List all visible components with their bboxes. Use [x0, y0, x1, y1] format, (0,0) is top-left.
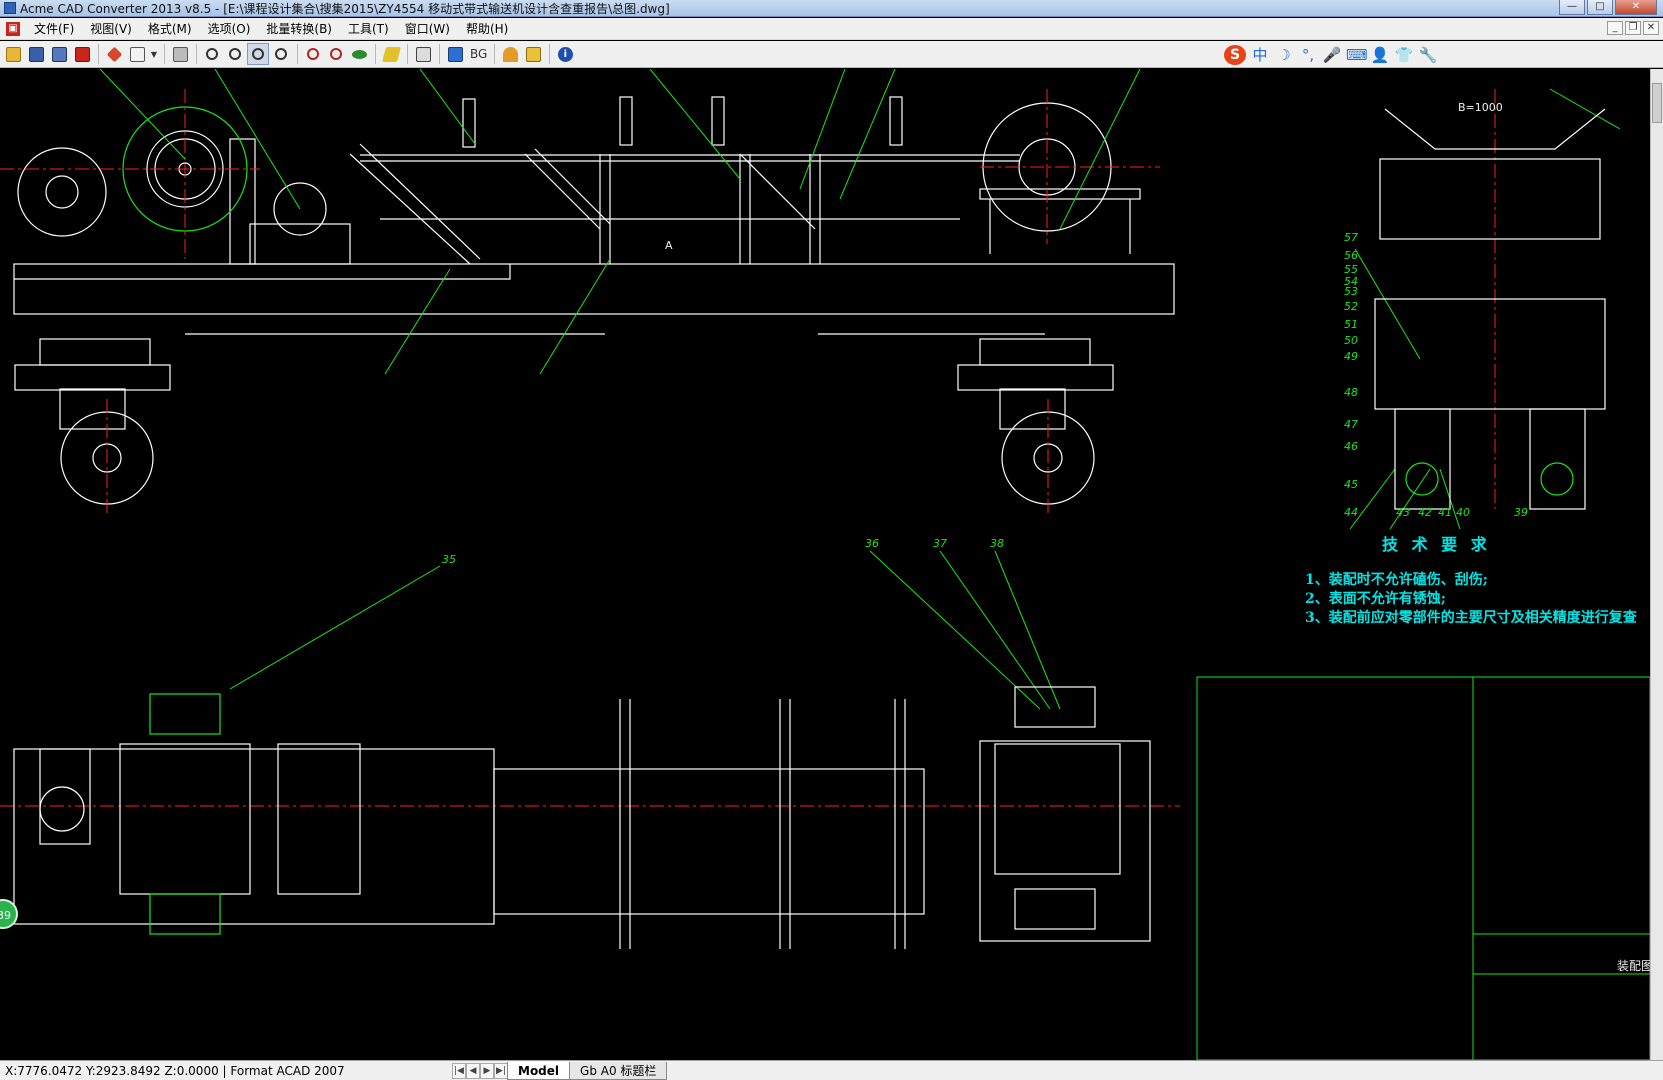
- prev-layout-button[interactable]: ◀: [466, 1062, 480, 1079]
- vertical-scrollbar[interactable]: [1650, 69, 1663, 1060]
- next-layout-button[interactable]: ▶: [480, 1062, 494, 1079]
- cross-section-view: [1374, 108, 1606, 510]
- callout-53: 53: [1344, 285, 1358, 298]
- callout-56: 56: [1344, 249, 1358, 262]
- side-view: [13, 96, 1175, 505]
- parts-table: [1196, 676, 1650, 1060]
- callout-39: 39: [1514, 506, 1528, 519]
- save-as-icon[interactable]: [48, 43, 70, 65]
- callout-47: 47: [1344, 418, 1358, 431]
- callout-44: 44: [1344, 506, 1358, 519]
- eye-icon[interactable]: [348, 43, 370, 65]
- zoom-realtime-icon[interactable]: [325, 43, 347, 65]
- zoom-in-icon[interactable]: [224, 43, 246, 65]
- menu-help[interactable]: 帮助(H): [458, 20, 516, 37]
- window-title: Acme CAD Converter 2013 v8.5 - [E:\课程设计集…: [20, 1, 670, 16]
- menu-bar: ▣ 文件(F) 视图(V) 格式(M) 选项(O) 批量转换(B) 工具(T) …: [0, 18, 1663, 40]
- doc-close-button[interactable]: ✕: [1643, 21, 1659, 35]
- zoom-extents-icon[interactable]: [270, 43, 292, 65]
- batch-icon[interactable]: [126, 43, 148, 65]
- callout-48: 48: [1344, 386, 1358, 399]
- menu-view[interactable]: 视图(V): [82, 20, 140, 37]
- ime-punctuation-icon[interactable]: °,: [1298, 46, 1318, 64]
- tech-requirement-3: 3、装配前应对零部件的主要尺寸及相关精度进行复查: [1305, 609, 1638, 626]
- callout-41: 41: [1438, 506, 1452, 519]
- background-icon[interactable]: [444, 43, 466, 65]
- callout-49: 49: [1344, 350, 1358, 363]
- print-icon[interactable]: [169, 43, 191, 65]
- callout-46: 46: [1344, 440, 1358, 453]
- doc-minimize-button[interactable]: _: [1607, 21, 1623, 35]
- callout-40: 40: [1456, 506, 1470, 519]
- ime-toolbar: S 中 ☽ °, 🎤 ⌨ 👤 👕 🔧: [1224, 44, 1438, 65]
- ime-skin-icon[interactable]: 👕: [1394, 46, 1414, 64]
- pan-icon[interactable]: [302, 43, 324, 65]
- callout-50: 50: [1344, 334, 1358, 347]
- properties-icon[interactable]: [412, 43, 434, 65]
- zoom-out-icon[interactable]: [201, 43, 223, 65]
- menu-format[interactable]: 格式(M): [140, 20, 200, 37]
- convert-icon[interactable]: [71, 43, 93, 65]
- sogou-logo-icon[interactable]: S: [1224, 44, 1246, 65]
- belt-width-label: B=1000: [1458, 101, 1503, 114]
- ime-keyboard-icon[interactable]: ⌨: [1346, 46, 1368, 64]
- ime-chinese-mode[interactable]: 中: [1250, 44, 1270, 65]
- callout-51: 51: [1344, 318, 1358, 331]
- maximize-button[interactable]: □: [1587, 0, 1613, 15]
- open-icon[interactable]: [2, 43, 24, 65]
- tab-gb-a0-title-block[interactable]: Gb A0 标题栏: [569, 1061, 668, 1080]
- tech-requirements-title: 技 术 要 求: [1382, 535, 1491, 554]
- pdf-icon[interactable]: [103, 43, 125, 65]
- measure-icon[interactable]: [499, 43, 521, 65]
- app-icon: [4, 2, 16, 14]
- cursor-coordinates: X:7776.0472 Y:2923.8492 Z:0.0000 | Forma…: [5, 1063, 345, 1078]
- minimize-button[interactable]: —: [1559, 0, 1585, 15]
- callout-38: 38: [990, 537, 1004, 550]
- dropdown-icon[interactable]: ▼: [149, 43, 159, 65]
- callout-52: 52: [1344, 300, 1358, 313]
- menu-tools[interactable]: 工具(T): [340, 20, 397, 37]
- callout-42: 42: [1418, 506, 1432, 519]
- menu-batch-convert[interactable]: 批量转换(B): [258, 20, 340, 37]
- menu-options[interactable]: 选项(O): [200, 20, 259, 37]
- drawing-canvas[interactable]: B=1000 A 技 术 要 求 1、装配时不允许磕伤、刮伤; 2、表面不允许有…: [0, 69, 1650, 1060]
- menu-window[interactable]: 窗口(W): [397, 20, 458, 37]
- tech-requirement-1: 1、装配时不允许磕伤、刮伤;: [1305, 571, 1488, 588]
- plan-view: [13, 686, 1151, 949]
- home-icon[interactable]: [522, 43, 544, 65]
- info-icon[interactable]: i: [554, 43, 576, 65]
- bg-toggle[interactable]: BG: [467, 47, 490, 61]
- callout-35: 35: [442, 553, 456, 566]
- status-bar: X:7776.0472 Y:2923.8492 Z:0.0000 | Forma…: [0, 1060, 1663, 1080]
- assembly-drawing-title: 装配图: [1617, 959, 1650, 973]
- section-label: A: [665, 239, 673, 252]
- zoom-window-icon[interactable]: [247, 43, 269, 65]
- close-button[interactable]: ✕: [1615, 0, 1657, 15]
- toolbar: ▼ BG i S 中 ☽ °, 🎤 ⌨ 👤 👕 🔧: [0, 41, 1663, 68]
- ime-moon-icon[interactable]: ☽: [1274, 46, 1294, 64]
- ime-microphone-icon[interactable]: 🎤: [1322, 46, 1342, 64]
- first-layout-button[interactable]: |◀: [452, 1062, 466, 1079]
- ime-tools-icon[interactable]: 🔧: [1418, 46, 1438, 64]
- title-bar: Acme CAD Converter 2013 v8.5 - [E:\课程设计集…: [0, 0, 1663, 17]
- callout-43: 43: [1396, 506, 1410, 519]
- doc-restore-button[interactable]: ❐: [1625, 21, 1641, 35]
- layers-icon[interactable]: [380, 43, 402, 65]
- tab-model[interactable]: Model: [507, 1061, 571, 1080]
- layout-navigator: |◀ ◀ ▶ ▶|: [452, 1062, 508, 1079]
- save-icon[interactable]: [25, 43, 47, 65]
- menu-file[interactable]: 文件(F): [26, 20, 82, 37]
- last-layout-button[interactable]: ▶|: [494, 1062, 508, 1079]
- centerlines: [0, 89, 1496, 807]
- ime-user-icon[interactable]: 👤: [1370, 46, 1390, 64]
- callout-37: 37: [933, 537, 947, 550]
- document-icon[interactable]: ▣: [6, 21, 20, 36]
- callout-36: 36: [865, 537, 879, 550]
- tech-requirement-2: 2、表面不允许有锈蚀;: [1305, 590, 1446, 607]
- callout-45: 45: [1344, 478, 1358, 491]
- callout-57: 57: [1344, 231, 1358, 244]
